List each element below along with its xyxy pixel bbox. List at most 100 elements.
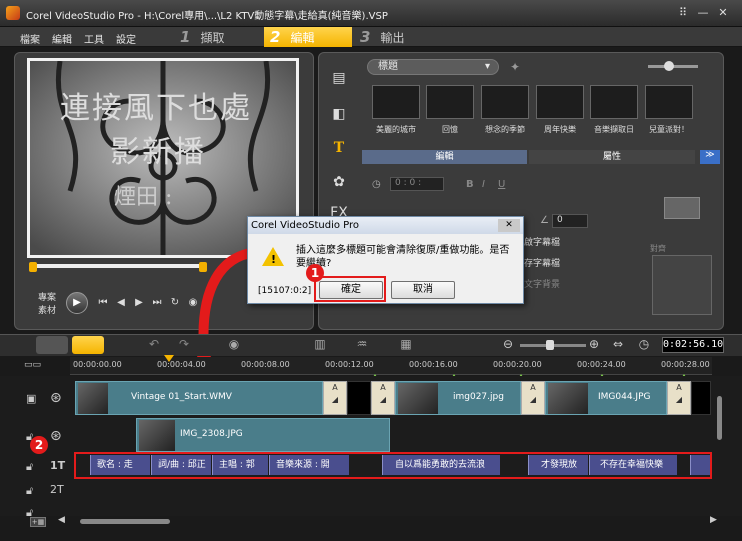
- record-icon[interactable]: ◉: [226, 337, 242, 353]
- step-edit-tab[interactable]: 2 編輯: [264, 27, 352, 47]
- minimize-button[interactable]: —: [696, 6, 710, 20]
- zoom-out-icon[interactable]: ⊖: [500, 337, 516, 353]
- step-number: 2: [270, 28, 281, 46]
- overlay-clip[interactable]: IMG_2308.JPG: [136, 418, 390, 452]
- clip-label: IMG_2308.JPG: [180, 429, 243, 439]
- alignment-grid[interactable]: [652, 255, 712, 315]
- menu-tools[interactable]: 工具: [84, 31, 104, 46]
- next-frame-icon[interactable]: ▶: [132, 296, 146, 310]
- library-category-select[interactable]: 標題 ▾: [367, 59, 499, 75]
- title-thumb[interactable]: [372, 85, 420, 119]
- underline-icon[interactable]: U: [498, 179, 505, 190]
- add-track-icon[interactable]: +▦: [30, 517, 46, 527]
- step-share-tab[interactable]: 3 輸出: [354, 27, 442, 47]
- menu-edit[interactable]: 編輯: [52, 31, 72, 46]
- video-track-icon[interactable]: ▣: [26, 392, 36, 405]
- slider-knob[interactable]: [664, 61, 674, 71]
- scroll-right-icon[interactable]: ▶: [710, 515, 717, 525]
- timeline-toolbar: [0, 334, 742, 356]
- redo-icon[interactable]: ↷: [176, 337, 192, 353]
- save-subtitle-label[interactable]: 存字幕檔: [524, 256, 560, 269]
- zoom-knob[interactable]: [546, 340, 554, 350]
- color-swatch[interactable]: [664, 197, 700, 219]
- scroll-left-icon[interactable]: ◀: [58, 515, 65, 525]
- fit-project-icon[interactable]: ⇔: [610, 337, 626, 353]
- storyboard-view-button[interactable]: [36, 336, 68, 354]
- black-clip[interactable]: [691, 381, 711, 415]
- callout-badge-1: 1: [306, 264, 324, 282]
- title-icon[interactable]: T: [330, 140, 348, 158]
- step-number: 3: [360, 28, 371, 46]
- cancel-button[interactable]: 取消: [391, 281, 455, 299]
- grip-icon[interactable]: ⠿: [676, 6, 690, 20]
- close-window-button[interactable]: ✕: [716, 6, 730, 20]
- image-clip[interactable]: IMG044.JPG: [545, 381, 667, 415]
- menu-settings[interactable]: 設定: [116, 31, 136, 46]
- ruler-tick: 00:00:12.00: [325, 360, 374, 369]
- repeat-icon[interactable]: ↻: [168, 296, 182, 310]
- end-icon[interactable]: ⏭: [150, 296, 164, 310]
- text-background-label[interactable]: 文字背景: [524, 277, 560, 290]
- image-clip[interactable]: img027.jpg: [395, 381, 521, 415]
- transition-clip[interactable]: A ◢: [667, 381, 691, 415]
- open-subtitle-label[interactable]: 啟字幕檔: [524, 235, 560, 248]
- timeline-view-button[interactable]: [72, 336, 104, 354]
- project-mode-label[interactable]: 專案: [38, 290, 56, 303]
- home-icon[interactable]: ⏮: [96, 296, 110, 310]
- title-thumb[interactable]: [426, 85, 474, 119]
- title-track-2-lock-icon[interactable]: 🔓︎: [26, 484, 33, 498]
- clip-mode-label[interactable]: 素材: [38, 303, 56, 316]
- timecode-display[interactable]: 0:02:56.10: [662, 337, 724, 353]
- step-number: 1: [180, 28, 191, 46]
- collapse-options-icon[interactable]: ≫: [700, 150, 720, 164]
- title-thumb[interactable]: [645, 85, 693, 119]
- video-clip[interactable]: Vintage 01_Start.WMV: [75, 381, 323, 415]
- prev-frame-icon[interactable]: ◀: [114, 296, 128, 310]
- mixer-icon[interactable]: ▥: [312, 337, 328, 353]
- time-icon: ◷: [638, 337, 650, 351]
- clock-icon: ◷: [372, 179, 381, 190]
- title-thumb[interactable]: [481, 85, 529, 119]
- step-capture-tab[interactable]: 1 擷取: [174, 27, 262, 47]
- playhead[interactable]: [164, 355, 174, 362]
- dialog-close-button[interactable]: ✕: [498, 219, 520, 232]
- transition-clip[interactable]: A ◢: [371, 381, 395, 415]
- ruler-tick: 00:00:16.00: [409, 360, 458, 369]
- transition-clip[interactable]: A ◢: [323, 381, 347, 415]
- timeline-vertical-scrollbar[interactable]: [717, 396, 722, 440]
- add-library-icon[interactable]: ✦: [510, 60, 520, 74]
- track-manager-icon[interactable]: ▭▭: [24, 360, 41, 370]
- italic-icon[interactable]: I: [482, 179, 485, 190]
- media-icon[interactable]: ▤: [330, 70, 348, 88]
- title-thumb[interactable]: [536, 85, 584, 119]
- tab-attributes[interactable]: 屬性: [529, 150, 695, 164]
- step-label: 擷取: [200, 31, 225, 45]
- angle-field[interactable]: 0: [552, 214, 588, 228]
- chapter-icon[interactable]: ▦: [398, 337, 414, 353]
- graphic-icon[interactable]: ✿: [330, 174, 348, 192]
- thumb-label: 回憶: [442, 125, 458, 134]
- play-button[interactable]: ▶: [66, 292, 88, 314]
- menu-bar: 檔案 編輯 工具 設定 1 擷取 2 編輯 3 輸出: [0, 27, 742, 47]
- app-logo-icon: [6, 6, 20, 20]
- title-thumb[interactable]: [590, 85, 638, 119]
- zoom-in-icon[interactable]: ⊕: [586, 337, 602, 353]
- timeline-horizontal-scrollbar[interactable]: [80, 519, 170, 524]
- transition-clip[interactable]: A ◢: [521, 381, 545, 415]
- preview-scrubber[interactable]: [33, 264, 203, 268]
- menu-file[interactable]: 檔案: [20, 31, 40, 46]
- duration-field[interactable]: 0 : 0 :: [390, 177, 444, 191]
- trim-start-handle[interactable]: [29, 262, 37, 272]
- transition-icon[interactable]: ◧: [330, 106, 348, 124]
- align-label: 對齊: [650, 244, 666, 253]
- thumb-label: 想念的季節: [485, 125, 525, 134]
- tab-edit[interactable]: 編輯: [362, 150, 527, 164]
- title-track-lock-icon[interactable]: 🔓︎: [26, 460, 33, 474]
- audio-wave-icon[interactable]: ♒: [354, 337, 370, 353]
- black-clip[interactable]: [347, 381, 371, 415]
- dialog-message: 插入這麼多標題可能會清除復原/重做功能。是否要繼續?: [296, 245, 510, 269]
- thumb-label: 美麗的城市: [376, 125, 416, 134]
- thumb-label: 周年快樂: [544, 125, 576, 134]
- bold-icon[interactable]: B: [466, 179, 474, 190]
- undo-icon[interactable]: ↶: [146, 337, 162, 353]
